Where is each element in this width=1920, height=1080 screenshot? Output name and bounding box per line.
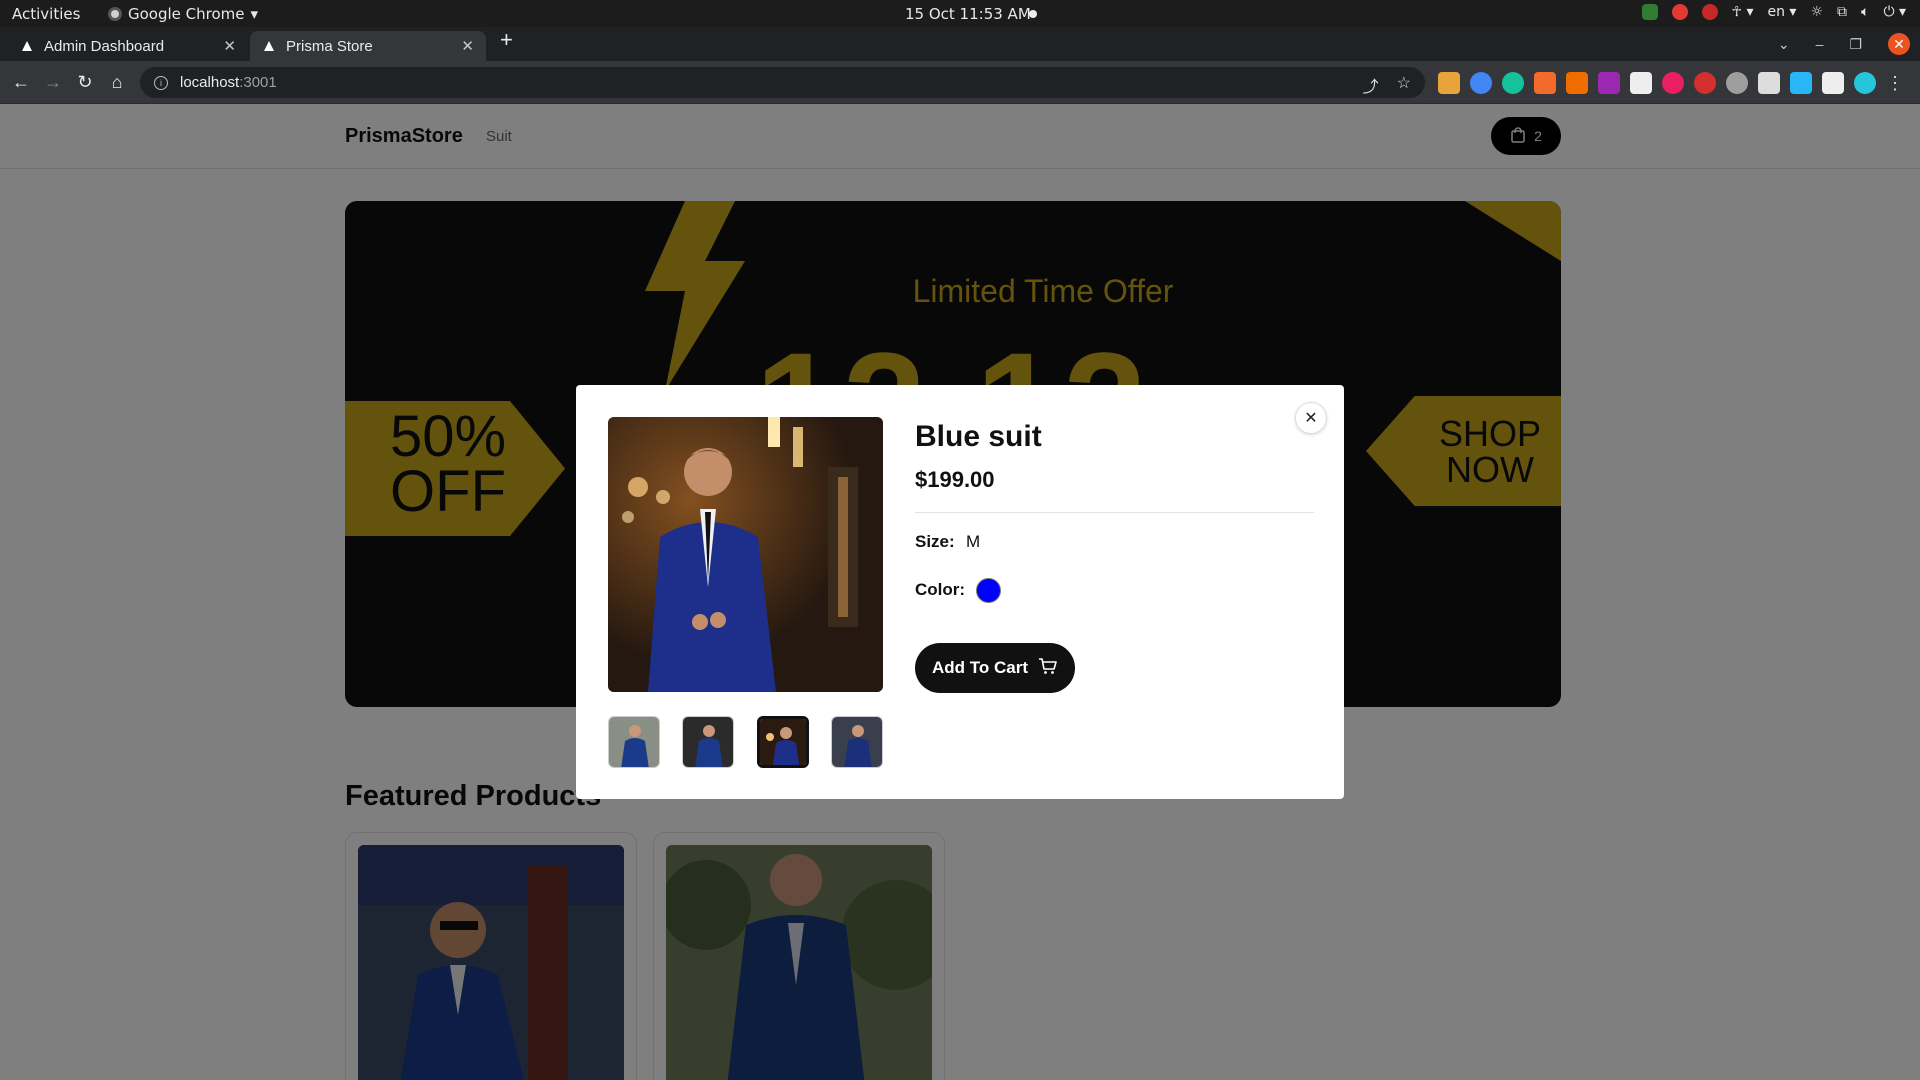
mail-icon[interactable] (1701, 4, 1718, 20)
chevron-down-icon: ▾ (250, 5, 259, 23)
code-extension-icon[interactable] (1566, 72, 1588, 94)
system-tray[interactable]: ☥ ▾ en ▾ ☼ ⧉ 🔈︎ ⏻ ▾ (1641, 4, 1906, 20)
product-name: Blue suit (915, 420, 1042, 453)
thumbnail-image[interactable] (682, 716, 735, 768)
product-price: $199.00 (915, 467, 995, 492)
info-icon[interactable]: i (154, 75, 168, 90)
notification-dot-icon (1029, 10, 1037, 18)
close-tab-icon[interactable]: ✕ (223, 37, 236, 55)
chrome-icon (108, 7, 122, 21)
size-label: Size: (915, 532, 955, 551)
new-tab-button[interactable]: + (500, 27, 513, 53)
forward-icon[interactable]: → (42, 71, 64, 93)
browser-tab-strip: Admin Dashboard ✕ Prisma Store ✕ + ⌄ – ❐… (0, 27, 1920, 61)
divider (915, 512, 1314, 513)
shield-icon[interactable] (1641, 4, 1658, 20)
extension-icon[interactable] (1438, 72, 1460, 94)
add-to-cart-button[interactable]: Add To Cart (915, 643, 1075, 693)
close-tab-icon[interactable]: ✕ (461, 37, 474, 55)
close-icon[interactable]: ✕ (1295, 402, 1327, 434)
thumbnail-list (608, 716, 883, 768)
thumbnail-image[interactable] (608, 716, 660, 768)
omnibox-actions: ⤴ ☆ (1363, 73, 1411, 97)
extension-icon[interactable] (1662, 72, 1684, 94)
language-indicator[interactable]: en ▾ (1767, 4, 1796, 20)
block-icon[interactable] (1671, 4, 1688, 20)
activities-button[interactable]: Activities (12, 5, 80, 23)
size-value: M (966, 532, 981, 551)
profile-avatar[interactable] (1854, 72, 1876, 94)
minimize-icon[interactable]: – (1816, 36, 1824, 52)
os-top-bar: Activities Google Chrome ▾ 15 Oct 11:53 … (0, 0, 1920, 27)
product-preview-modal: ✕ Blue suit $199.00 Size: M Color: Add T… (576, 385, 1344, 799)
home-icon[interactable]: ⌂ (106, 71, 128, 93)
window-close-icon[interactable]: ✕ (1888, 33, 1910, 55)
triangle-favicon-icon (262, 39, 276, 53)
thumbnail-image[interactable] (830, 716, 883, 768)
shopping-cart-icon (1038, 656, 1058, 681)
window-controls: ⌄ – ❐ ✕ (1778, 27, 1920, 61)
extension-icon[interactable] (1502, 72, 1524, 94)
tab-search-icon[interactable]: ⌄ (1778, 36, 1790, 53)
puzzle-icon[interactable] (1758, 72, 1780, 94)
browser-toolbar: ← → ↻ ⌂ i localhost:3001 ⤴ ☆ ⋮ (0, 61, 1920, 104)
extension-icon[interactable] (1470, 72, 1492, 94)
extension-icon[interactable] (1694, 72, 1716, 94)
restore-icon[interactable]: ❐ (1849, 36, 1862, 53)
kebab-menu-icon[interactable]: ⋮ (1886, 73, 1904, 94)
extension-icon[interactable] (1534, 72, 1556, 94)
color-swatch (976, 578, 1001, 603)
sidebar-icon[interactable] (1822, 72, 1844, 94)
color-label: Color: (915, 580, 966, 599)
product-main-image[interactable] (608, 417, 883, 692)
extension-icon[interactable] (1598, 72, 1620, 94)
extension-icon[interactable] (1726, 72, 1748, 94)
back-icon[interactable]: ← (10, 71, 32, 93)
add-to-cart-label: Add To Cart (931, 658, 1028, 677)
volume-icon[interactable]: 🔈︎ (1861, 4, 1869, 20)
bookmark-star-icon[interactable]: ☆ (1397, 73, 1411, 97)
address-bar[interactable]: i localhost:3001 ⤴ ☆ (140, 67, 1425, 98)
app-menu[interactable]: Google Chrome ▾ (108, 5, 258, 23)
tab-admin-dashboard[interactable]: Admin Dashboard ✕ (8, 31, 248, 61)
extension-icon[interactable] (1630, 72, 1652, 94)
power-icon[interactable]: ⏻ ▾ (1883, 4, 1906, 20)
triangle-favicon-icon (20, 39, 34, 53)
network-icon[interactable]: ⧉ (1837, 4, 1847, 20)
thumbnail-image-selected[interactable] (756, 716, 809, 768)
download-icon[interactable] (1790, 72, 1812, 94)
reload-icon[interactable]: ↻ (74, 71, 96, 93)
brightness-icon[interactable]: ☼ (1810, 4, 1823, 20)
app-name: Google Chrome (128, 5, 245, 23)
tab-prisma-store[interactable]: Prisma Store ✕ (250, 31, 486, 61)
share-icon[interactable]: ⤴ (1363, 73, 1379, 97)
clock[interactable]: 15 Oct 11:53 AM (905, 5, 1031, 23)
accessibility-icon[interactable]: ☥ ▾ (1732, 4, 1754, 20)
extensions-row: ⋮ (1438, 72, 1904, 94)
